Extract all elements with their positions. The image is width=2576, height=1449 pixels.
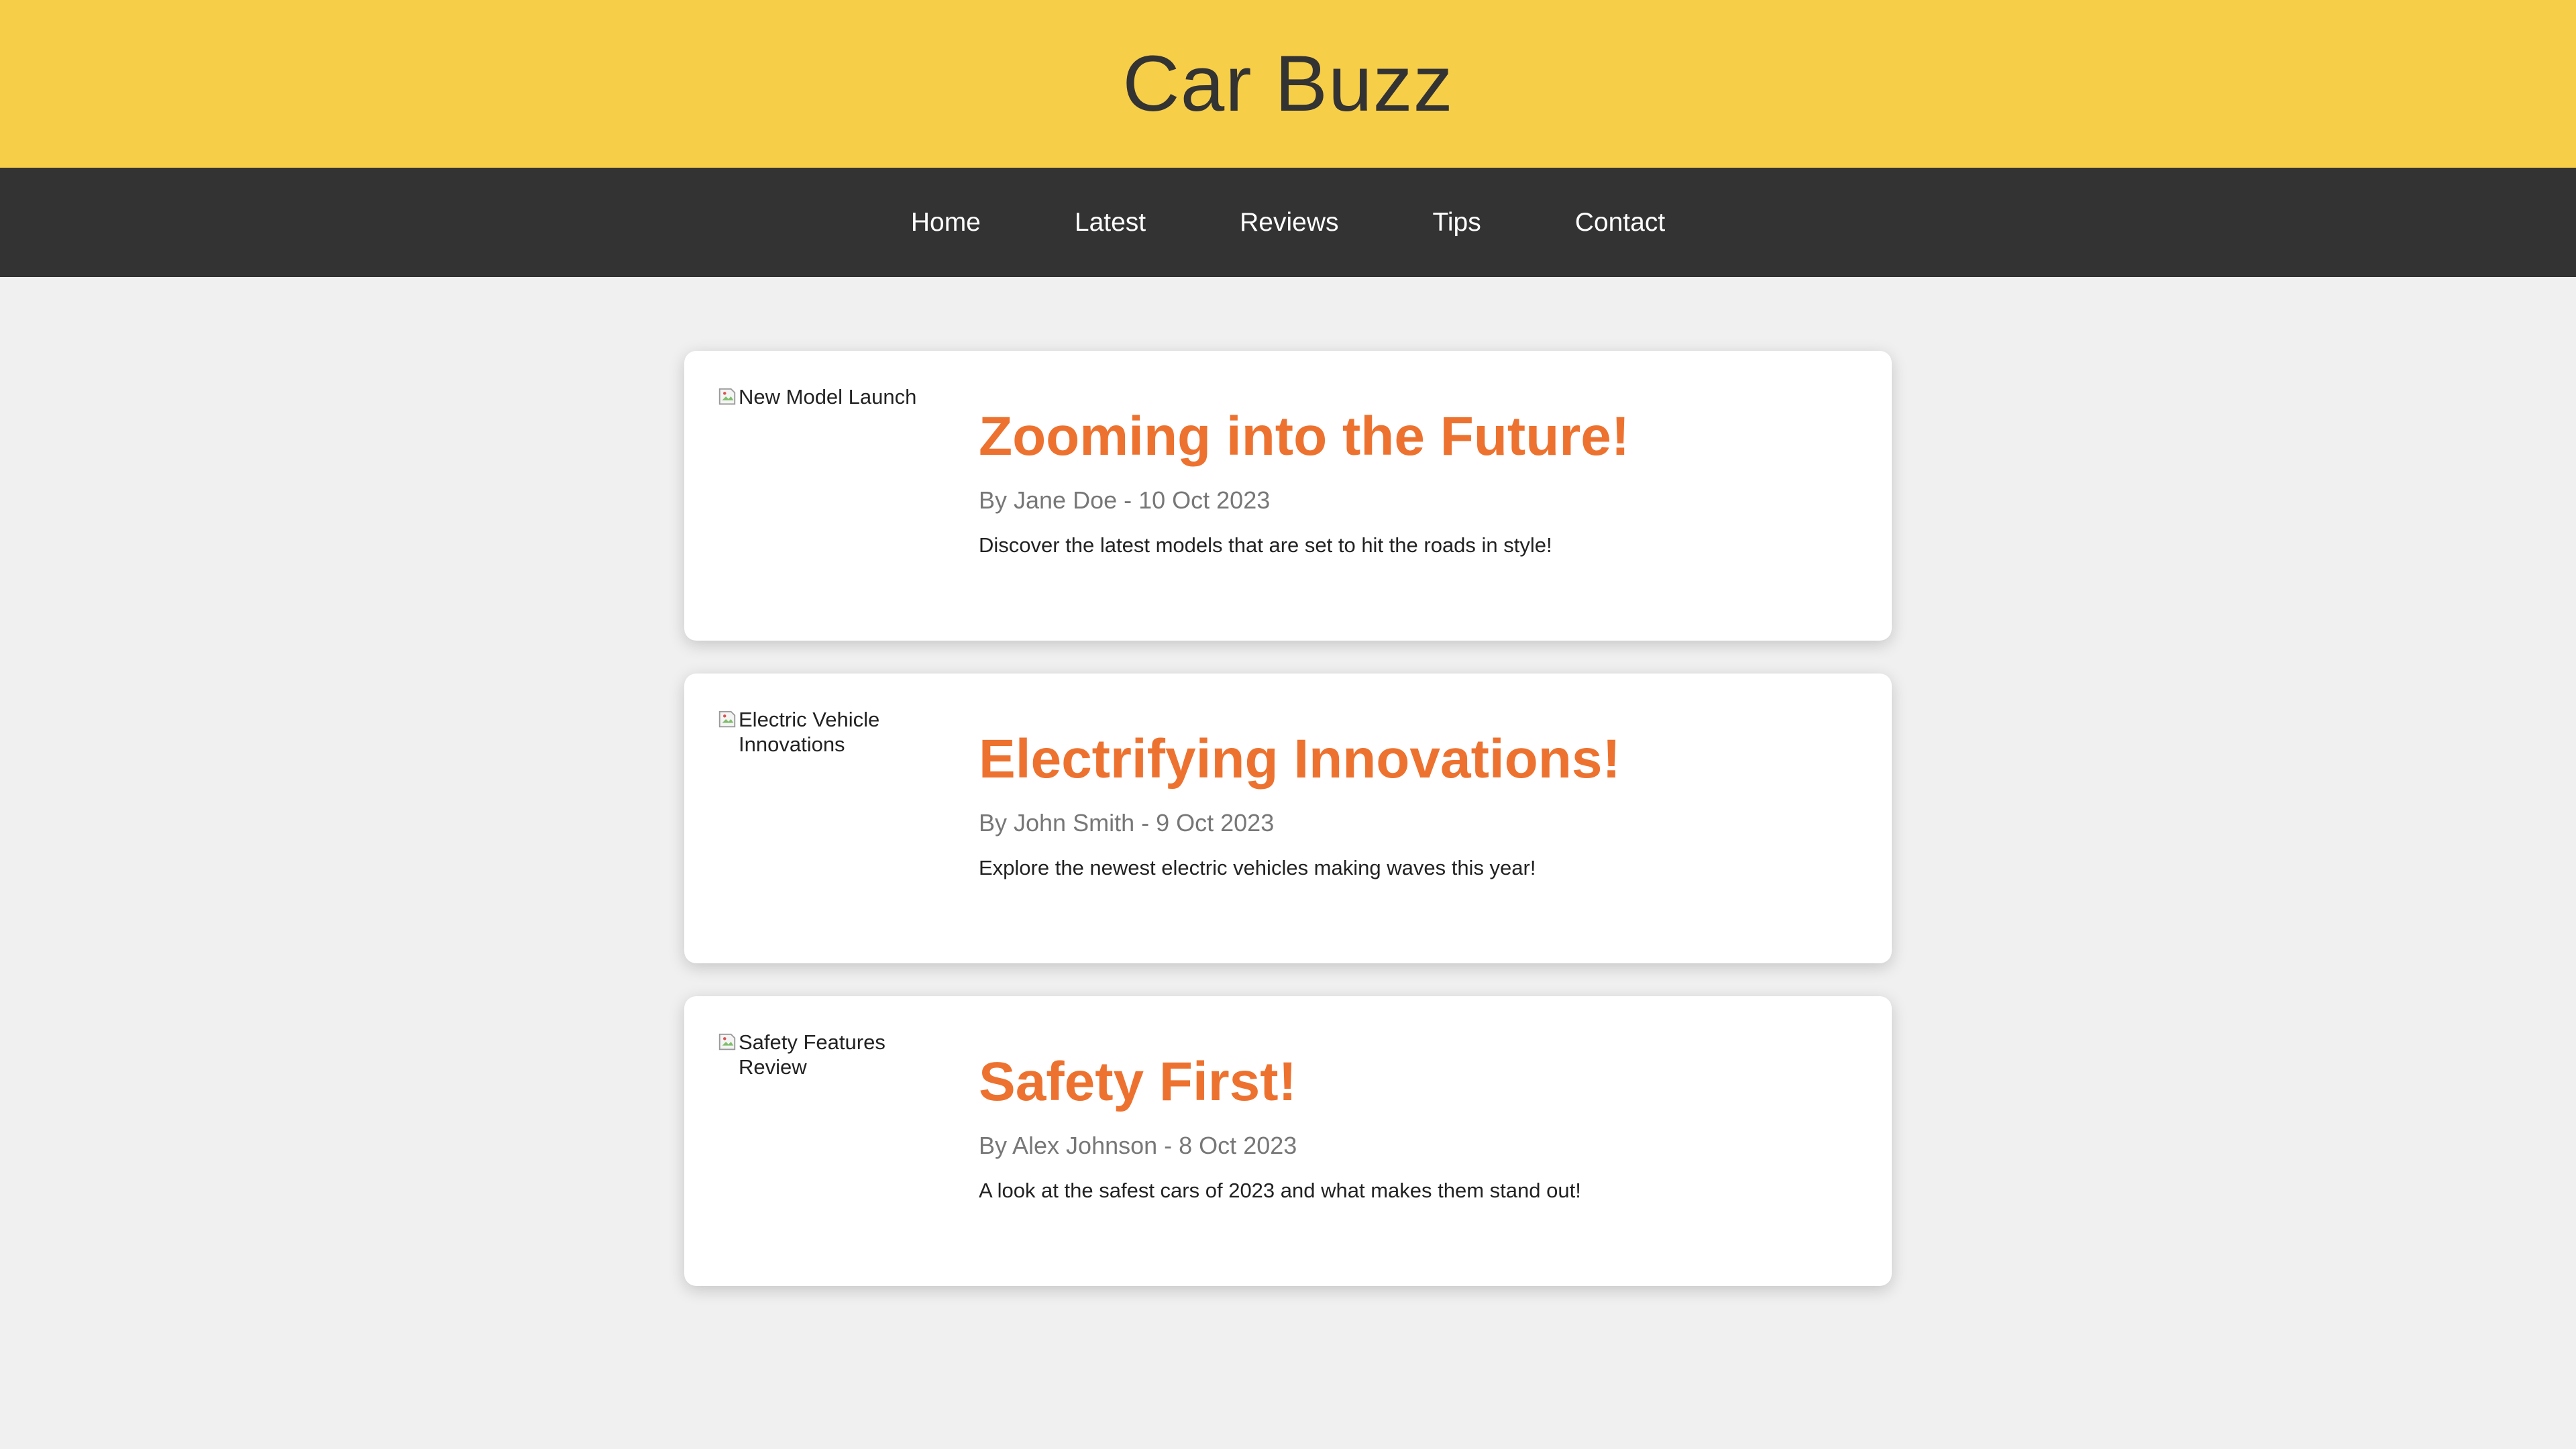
nav-link-tips[interactable]: Tips bbox=[1433, 208, 1481, 237]
article-body: Zooming into the Future! By Jane Doe - 1… bbox=[979, 384, 1629, 607]
article-card[interactable]: New Model Launch Zooming into the Future… bbox=[684, 351, 1892, 641]
article-meta: By John Smith - 9 Oct 2023 bbox=[979, 809, 1275, 837]
nav-link-contact[interactable]: Contact bbox=[1575, 208, 1665, 237]
article-card[interactable]: Electric Vehicle Innovations Electrifyin… bbox=[684, 674, 1892, 963]
article-image: New Model Launch bbox=[717, 384, 945, 586]
article-image-alt: New Model Launch bbox=[739, 385, 917, 409]
article-body: Safety First! By Alex Johnson - 8 Oct 20… bbox=[979, 1030, 1581, 1252]
article-card[interactable]: Safety Features Review Safety First! By … bbox=[684, 996, 1892, 1286]
broken-image-icon bbox=[718, 710, 736, 728]
nav-link-latest[interactable]: Latest bbox=[1075, 208, 1146, 237]
article-meta: By Jane Doe - 10 Oct 2023 bbox=[979, 486, 1271, 514]
article-image-alt: Electric Vehicle Innovations bbox=[739, 708, 880, 756]
article-image: Safety Features Review bbox=[717, 1030, 945, 1231]
article-title[interactable]: Electrifying Innovations! bbox=[979, 726, 1621, 793]
article-excerpt: Discover the latest models that are set … bbox=[979, 533, 1552, 557]
nav-link-home[interactable]: Home bbox=[911, 208, 981, 237]
article-image-alt: Safety Features Review bbox=[739, 1030, 885, 1079]
article-list: New Model Launch Zooming into the Future… bbox=[684, 351, 1892, 1286]
article-title[interactable]: Zooming into the Future! bbox=[979, 403, 1629, 470]
broken-image-icon bbox=[718, 388, 736, 405]
main-nav: Home Latest Reviews Tips Contact bbox=[0, 168, 2576, 277]
nav-link-reviews[interactable]: Reviews bbox=[1240, 208, 1338, 237]
site-title: Car Buzz bbox=[1122, 40, 1454, 128]
article-title[interactable]: Safety First! bbox=[979, 1049, 1581, 1116]
article-meta: By Alex Johnson - 8 Oct 2023 bbox=[979, 1132, 1297, 1159]
broken-image-icon bbox=[718, 1033, 736, 1051]
article-excerpt: A look at the safest cars of 2023 and wh… bbox=[979, 1179, 1581, 1202]
site-header: Car Buzz bbox=[0, 0, 2576, 168]
article-image: Electric Vehicle Innovations bbox=[717, 707, 945, 908]
article-excerpt: Explore the newest electric vehicles mak… bbox=[979, 856, 1536, 879]
article-body: Electrifying Innovations! By John Smith … bbox=[979, 707, 1621, 930]
